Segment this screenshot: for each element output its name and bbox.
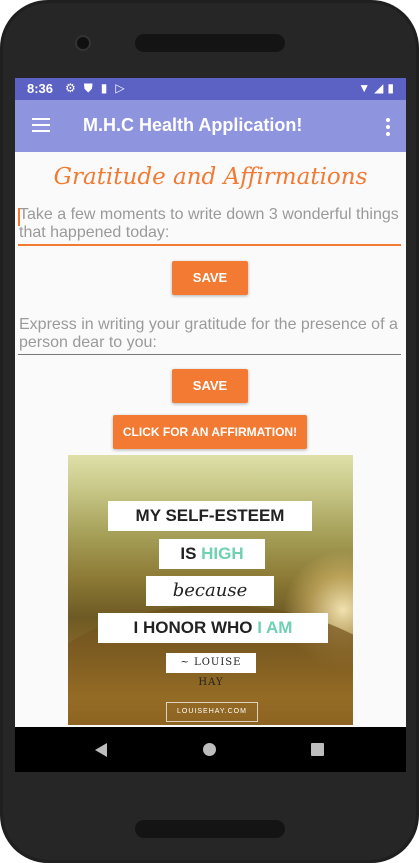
back-icon[interactable]: [95, 743, 107, 757]
wifi-icon: ▼: [358, 81, 371, 95]
phone-frame: 8:36 ⚙ ⛊ ▮ ▷ ▼ ◢ ▮ M.H.C Health Applicat…: [0, 0, 419, 863]
input-underline: [18, 354, 401, 355]
navigation-bar: [15, 727, 406, 772]
affirmation-line-4-a: I HONOR WHO: [133, 618, 258, 637]
shield-icon: ⛊: [83, 81, 93, 95]
affirmation-line-2-a: IS: [180, 544, 202, 563]
bottom-speaker: [135, 820, 285, 838]
affirmation-line-2: IS HIGH: [159, 539, 265, 569]
affirmation-button[interactable]: CLICK FOR AN AFFIRMATION!: [113, 415, 307, 449]
front-camera: [75, 35, 91, 51]
app-bar: M.H.C Health Application!: [15, 100, 406, 152]
affirmation-line-4-b: I AM: [257, 618, 293, 637]
affirmation-line-1: MY SELF-ESTEEM: [108, 501, 312, 531]
recents-icon[interactable]: [311, 743, 324, 756]
top-speaker: [135, 34, 285, 52]
save-person-button[interactable]: SAVE: [172, 369, 248, 403]
settings-icon: ⚙: [65, 81, 76, 95]
gratitude-things-input[interactable]: Take a few moments to write down 3 wonde…: [18, 206, 401, 246]
affirmation-attribution: ~ LOUISE HAY: [166, 653, 256, 688]
status-right-icons: ▼ ◢ ▮: [358, 81, 394, 95]
save-things-button[interactable]: SAVE: [172, 261, 248, 295]
affirmation-line-3: because: [146, 576, 274, 606]
play-store-icon: ▷: [115, 81, 125, 95]
affirmation-line-2-b: HIGH: [201, 544, 244, 563]
sd-card-icon: ▮: [100, 81, 108, 95]
screen: 8:36 ⚙ ⛊ ▮ ▷ ▼ ◢ ▮ M.H.C Health Applicat…: [15, 78, 406, 772]
watermark-logo: LOUISEHAY.COM: [166, 702, 258, 722]
gratitude-person-input[interactable]: Express in writing your gratitude for th…: [18, 316, 401, 355]
status-time: 8:36: [27, 81, 54, 96]
gratitude-things-placeholder: Take a few moments to write down 3 wonde…: [19, 206, 399, 241]
gratitude-person-placeholder: Express in writing your gratitude for th…: [19, 316, 398, 351]
signal-icon: ◢: [374, 81, 384, 95]
home-icon[interactable]: [203, 743, 216, 756]
text-cursor: [18, 208, 20, 226]
more-vert-icon[interactable]: [386, 118, 390, 139]
page-title: Gratitude and Affirmations: [53, 164, 368, 190]
affirmation-line-4: I HONOR WHO I AM: [98, 613, 328, 643]
status-bar: 8:36 ⚙ ⛊ ▮ ▷ ▼ ◢ ▮: [15, 78, 406, 100]
status-icons: ⚙ ⛊ ▮ ▷: [65, 81, 125, 96]
battery-icon: ▮: [387, 81, 394, 95]
affirmation-image: MY SELF-ESTEEM IS HIGH because I HONOR W…: [68, 455, 353, 725]
input-underline: [18, 244, 401, 246]
app-title: M.H.C Health Application!: [83, 115, 303, 135]
menu-icon[interactable]: [32, 118, 50, 132]
